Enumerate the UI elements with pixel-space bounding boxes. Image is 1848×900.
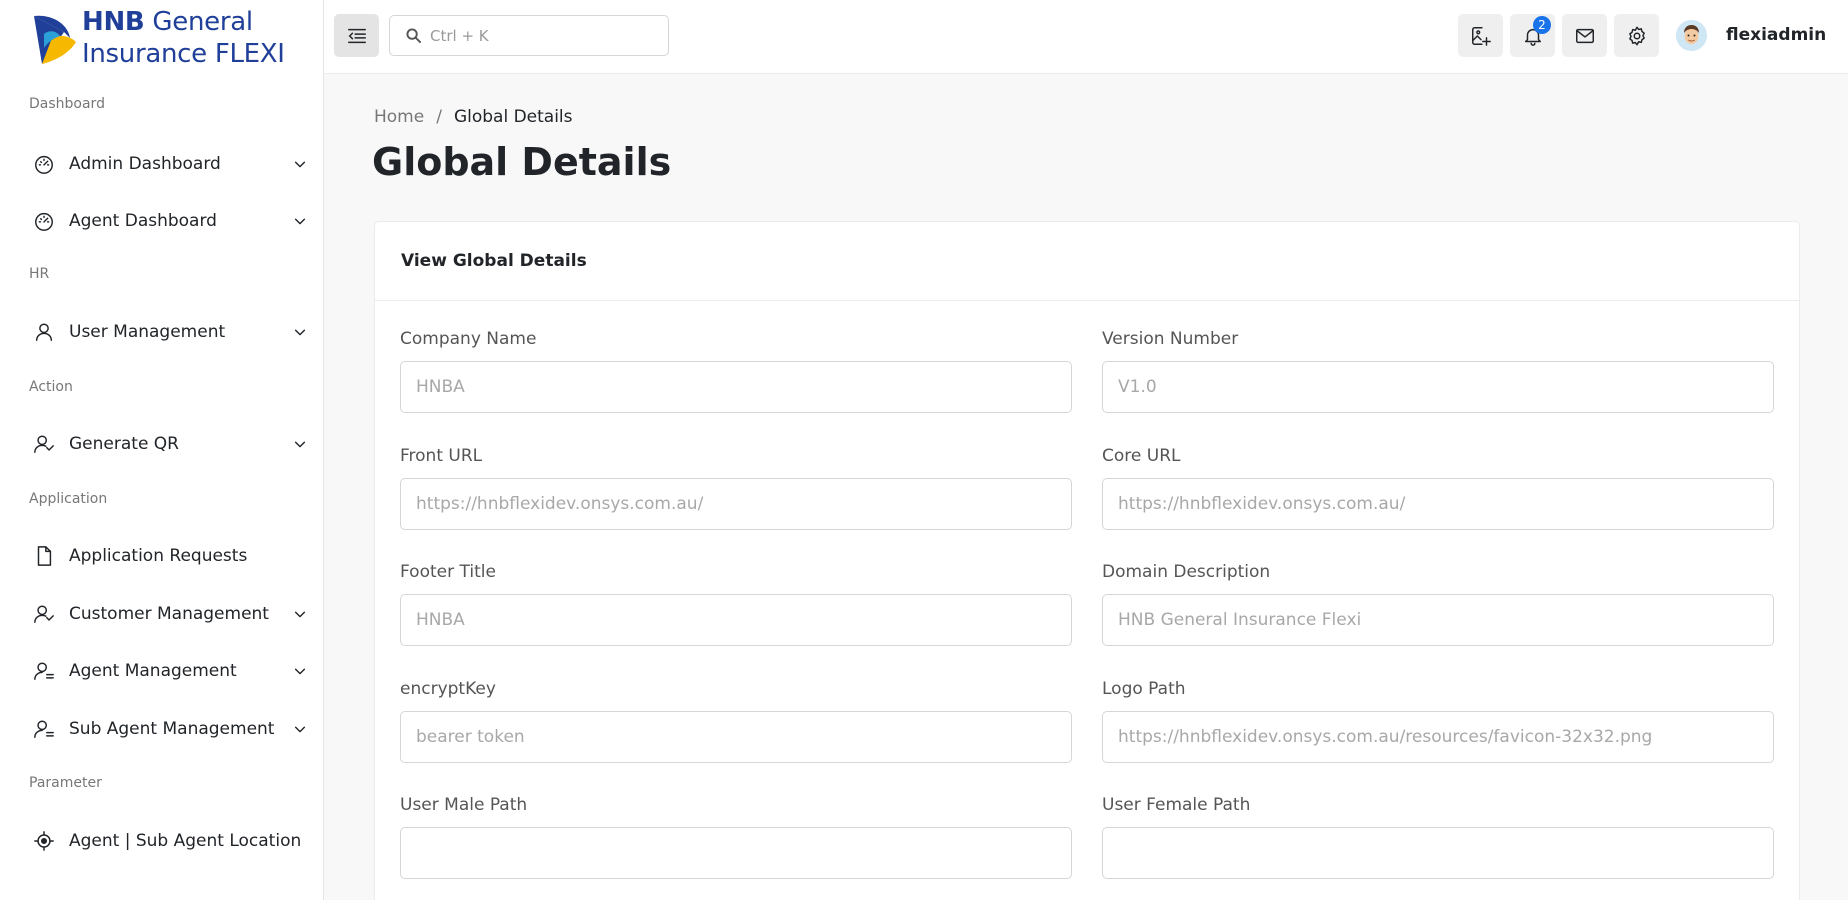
gear-icon [1628,26,1645,45]
front-url-label: Front URL [400,446,483,466]
logo-path-field[interactable] [1102,711,1774,763]
breadcrumb-separator: / [436,107,442,127]
sidebar-item-application-requests[interactable]: Application Requests [30,539,308,573]
hnb-logo-icon [34,15,76,64]
sidebar-item-label: Sub Agent Management [69,719,275,739]
username-label[interactable]: flexiadmin [1726,25,1826,45]
sidebar-item-admin-dashboard[interactable]: Admin Dashboard [30,147,308,181]
user-male-path-label: User Male Path [400,795,528,815]
section-label-application: Application [29,491,108,507]
topbar: 2 flexiadmin [324,0,1848,74]
user-avatar-icon [1676,20,1707,51]
search-icon [406,28,421,43]
sidebar-item-label: Customer Management [69,604,269,624]
global-details-card: View Global Details Company Name Version… [374,221,1800,900]
user-male-path-field[interactable] [400,827,1072,879]
dashboard-icon [30,150,58,178]
notification-badge: 2 [1533,16,1551,34]
user-female-path-field[interactable] [1102,827,1774,879]
section-label-parameter: Parameter [29,775,102,791]
settings-button[interactable] [1614,14,1659,57]
section-label-hr: HR [29,266,50,282]
sidebar-item-user-management[interactable]: User Management [30,315,308,349]
users-icon [30,430,58,458]
chevron-down-icon [292,663,308,679]
sidebar-item-agent-location[interactable]: Agent | Sub Agent Location [30,824,308,858]
company-name-field[interactable] [400,361,1072,413]
sidebar-item-generate-qr[interactable]: Generate QR [30,427,308,461]
users-icon [30,600,58,628]
card-title: View Global Details [401,251,587,271]
breadcrumb-current: Global Details [453,107,573,127]
encrypt-key-label: encryptKey [400,679,496,699]
footer-title-label: Footer Title [400,562,496,582]
core-url-field[interactable] [1102,478,1774,530]
sidebar-item-label: Generate QR [69,434,179,454]
sidebar-item-agent-dashboard[interactable]: Agent Dashboard [30,204,308,238]
footer-title-field[interactable] [400,594,1072,646]
chevron-down-icon [292,156,308,172]
sidebar-item-sub-agent-management[interactable]: Sub Agent Management [30,712,308,746]
mail-icon [1575,28,1594,43]
notifications-button[interactable]: 2 [1510,14,1555,57]
brand-name: HNB General Insurance FLEXI [82,7,285,69]
chevron-down-icon [292,213,308,229]
sidebar-toggle-button[interactable] [334,14,379,57]
image-add-icon [1471,26,1491,46]
user-icon [30,318,58,346]
version-number-label: Version Number [1102,329,1239,349]
sidebar: HNB General Insurance FLEXI Dashboard Ad… [0,0,324,900]
sidebar-item-label: Admin Dashboard [69,154,221,174]
version-number-field[interactable] [1102,361,1774,413]
card-header: View Global Details [375,222,1799,301]
avatar[interactable] [1676,20,1707,51]
chevron-down-icon [292,606,308,622]
menu-collapse-icon [347,28,366,43]
search-input[interactable] [430,26,650,45]
user-list-icon [30,657,58,685]
dashboard-icon [30,207,58,235]
user-female-path-label: User Female Path [1102,795,1251,815]
crosshair-icon [30,827,58,855]
file-icon [30,542,58,570]
breadcrumb-home-link[interactable]: Home [374,107,424,127]
page-title: Global Details [372,140,672,184]
chevron-down-icon [292,324,308,340]
user-list-icon [30,715,58,743]
domain-description-field[interactable] [1102,594,1774,646]
sidebar-item-agent-management[interactable]: Agent Management [30,654,308,688]
sidebar-item-label: Agent Management [69,661,237,681]
core-url-label: Core URL [1102,446,1181,466]
sidebar-item-label: Application Requests [69,546,248,566]
logo-path-label: Logo Path [1102,679,1186,699]
sidebar-item-label: Agent | Sub Agent Location [69,831,302,851]
search-box[interactable] [389,15,669,56]
chevron-down-icon [292,436,308,452]
image-add-button[interactable] [1458,14,1503,57]
encrypt-key-field[interactable] [400,711,1072,763]
sidebar-item-label: User Management [69,322,226,342]
breadcrumb: Home / Global Details [374,107,573,127]
front-url-field[interactable] [400,478,1072,530]
company-name-label: Company Name [400,329,537,349]
chevron-down-icon [292,721,308,737]
domain-description-label: Domain Description [1102,562,1271,582]
section-label-action: Action [29,379,73,395]
sidebar-item-customer-management[interactable]: Customer Management [30,597,308,631]
sidebar-item-label: Agent Dashboard [69,211,217,231]
brand-logo[interactable]: HNB General Insurance FLEXI [30,6,285,70]
messages-button[interactable] [1562,14,1607,57]
section-label-dashboard: Dashboard [29,96,105,112]
